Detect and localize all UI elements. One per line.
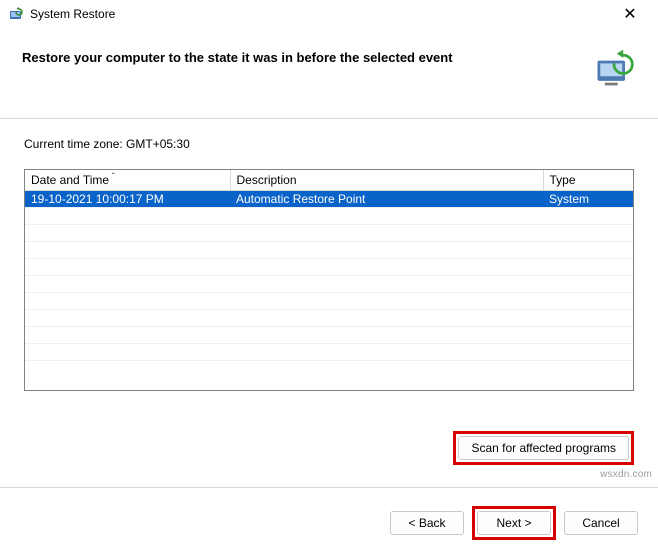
table-row-empty bbox=[25, 225, 633, 242]
table-row[interactable]: 19-10-2021 10:00:17 PM Automatic Restore… bbox=[25, 191, 633, 208]
next-button[interactable]: Next > bbox=[477, 511, 551, 535]
table-header-row: Date and Time ˇ Description Type bbox=[25, 170, 633, 191]
titlebar: System Restore ✕ bbox=[0, 0, 658, 32]
system-restore-icon bbox=[8, 6, 24, 22]
content-area: Current time zone: GMT+05:30 Date and Ti… bbox=[0, 119, 658, 399]
table-row-empty bbox=[25, 310, 633, 327]
close-icon[interactable]: ✕ bbox=[610, 4, 650, 24]
column-datetime[interactable]: Date and Time ˇ bbox=[25, 170, 230, 191]
next-button-highlight: Next > bbox=[472, 506, 556, 540]
sort-caret-icon: ˇ bbox=[112, 172, 115, 181]
table-row-empty bbox=[25, 259, 633, 276]
scan-row: Scan for affected programs bbox=[0, 399, 658, 475]
watermark-text: wsxdn.com bbox=[600, 469, 652, 480]
back-button[interactable]: < Back bbox=[390, 511, 464, 535]
table-row-empty bbox=[25, 242, 633, 259]
system-restore-window: System Restore ✕ Restore your computer t… bbox=[0, 0, 658, 558]
restore-points-table[interactable]: Date and Time ˇ Description Type 19-10-2… bbox=[24, 169, 634, 391]
wizard-footer: < Back Next > Cancel bbox=[0, 487, 658, 558]
column-description[interactable]: Description bbox=[230, 170, 543, 191]
table-row-empty bbox=[25, 293, 633, 310]
table-row-empty bbox=[25, 361, 633, 378]
table-row-empty bbox=[25, 208, 633, 225]
column-description-label: Description bbox=[237, 173, 297, 187]
cell-datetime: 19-10-2021 10:00:17 PM bbox=[25, 191, 230, 208]
table-row-empty bbox=[25, 276, 633, 293]
restore-hero-icon bbox=[592, 46, 636, 90]
timezone-label: Current time zone: GMT+05:30 bbox=[24, 137, 634, 151]
window-title: System Restore bbox=[30, 7, 610, 21]
scan-button-highlight: Scan for affected programs bbox=[453, 431, 634, 465]
wizard-header: Restore your computer to the state it wa… bbox=[0, 32, 658, 118]
column-type[interactable]: Type bbox=[543, 170, 633, 191]
cancel-button[interactable]: Cancel bbox=[564, 511, 638, 535]
column-type-label: Type bbox=[550, 173, 576, 187]
cell-type: System bbox=[543, 191, 633, 208]
page-heading: Restore your computer to the state it wa… bbox=[22, 46, 584, 65]
scan-affected-programs-button[interactable]: Scan for affected programs bbox=[458, 436, 629, 460]
table-row-empty bbox=[25, 327, 633, 344]
table-row-empty bbox=[25, 344, 633, 361]
column-datetime-label: Date and Time bbox=[31, 173, 109, 187]
cell-description: Automatic Restore Point bbox=[230, 191, 543, 208]
